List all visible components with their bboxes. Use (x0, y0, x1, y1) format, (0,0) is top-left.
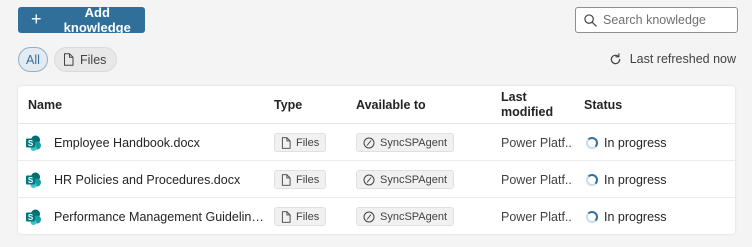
agent-label: SyncSPAgent (380, 210, 448, 223)
agent-icon (363, 211, 375, 222)
last-modified-cell: Power Platf... (501, 161, 571, 198)
file-name[interactable]: Performance Management Guidelines.... (54, 210, 266, 224)
status-label: In progress (604, 209, 667, 224)
header-last-modified-line2: modified (501, 105, 554, 119)
status-cell: In progress (586, 161, 667, 198)
header-name[interactable]: Name (28, 98, 62, 112)
type-chip: Files (274, 207, 327, 226)
filter-all-label: All (26, 52, 40, 67)
table-row[interactable]: S Performance Management Guidelines.... … (18, 198, 735, 235)
file-name[interactable]: Employee Handbook.docx (54, 136, 266, 150)
agent-icon (363, 137, 375, 148)
sharepoint-icon: S (26, 209, 41, 225)
last-modified-value: Power Platf... (501, 172, 571, 187)
agent-icon (363, 174, 375, 185)
last-modified-cell: Power Platf... (501, 198, 571, 235)
type-label: Files (296, 210, 320, 223)
spinner-icon (586, 210, 598, 223)
header-available-to[interactable]: Available to (356, 98, 426, 112)
filter-all[interactable]: All (18, 47, 48, 72)
svg-text:S: S (28, 176, 34, 185)
refresh-label: Last refreshed now (629, 52, 736, 66)
header-type[interactable]: Type (274, 98, 302, 112)
agent-chip: SyncSPAgent (356, 207, 455, 226)
available-to-cell: SyncSPAgent (356, 161, 455, 198)
filter-files-label: Files (80, 52, 107, 67)
status-cell: In progress (586, 198, 667, 235)
last-modified-value: Power Platf... (501, 135, 571, 150)
header-last-modified-line1: Last (501, 90, 527, 104)
last-modified-value: Power Platf... (501, 209, 571, 224)
available-to-cell: SyncSPAgent (356, 124, 455, 161)
name-cell: S Employee Handbook.docx (26, 124, 266, 161)
type-cell: Files (274, 198, 327, 235)
file-icon (281, 173, 291, 186)
svg-text:S: S (28, 213, 34, 222)
plus-icon: + (31, 9, 42, 29)
table-row[interactable]: S HR Policies and Procedures.docx Files … (18, 161, 735, 198)
type-chip: Files (274, 170, 327, 189)
status-cell: In progress (586, 124, 667, 161)
spinner-icon (586, 173, 598, 186)
status-label: In progress (604, 135, 667, 150)
type-label: Files (296, 173, 320, 186)
file-icon (281, 210, 291, 223)
agent-chip: SyncSPAgent (356, 170, 455, 189)
file-name[interactable]: HR Policies and Procedures.docx (54, 173, 266, 187)
type-label: Files (296, 136, 320, 149)
type-cell: Files (274, 124, 327, 161)
file-icon (281, 136, 291, 149)
search-icon (584, 13, 597, 27)
search-input[interactable] (603, 13, 733, 27)
type-cell: Files (274, 161, 327, 198)
refresh-icon (610, 52, 620, 64)
name-cell: S Performance Management Guidelines.... (26, 198, 266, 235)
svg-text:S: S (28, 139, 34, 148)
add-knowledge-button[interactable]: + Add knowledge (18, 5, 145, 35)
sharepoint-icon: S (26, 135, 41, 151)
agent-label: SyncSPAgent (380, 173, 448, 186)
refresh-button[interactable]: Last refreshed now (609, 52, 736, 66)
header-last-modified[interactable]: Last modified (501, 90, 553, 120)
status-label: In progress (604, 172, 667, 187)
last-modified-cell: Power Platf... (501, 124, 571, 161)
file-icon (64, 53, 74, 66)
knowledge-table: Name Type Available to Last modified Sta… (18, 86, 735, 234)
toolbar: + Add knowledge (18, 5, 738, 35)
header-status[interactable]: Status (584, 98, 622, 112)
table-header: Name Type Available to Last modified Sta… (18, 86, 735, 124)
filter-pills: All Files (18, 47, 118, 72)
table-row[interactable]: S Employee Handbook.docx Files SyncSPAge… (18, 124, 735, 161)
name-cell: S HR Policies and Procedures.docx (26, 161, 266, 198)
add-knowledge-label: Add knowledge (63, 5, 131, 35)
type-chip: Files (274, 133, 327, 152)
available-to-cell: SyncSPAgent (356, 198, 455, 235)
agent-chip: SyncSPAgent (356, 133, 455, 152)
filter-files[interactable]: Files (54, 47, 118, 72)
sharepoint-icon: S (26, 172, 41, 188)
agent-label: SyncSPAgent (380, 136, 448, 149)
search-box[interactable] (575, 7, 738, 33)
spinner-icon (586, 136, 598, 149)
